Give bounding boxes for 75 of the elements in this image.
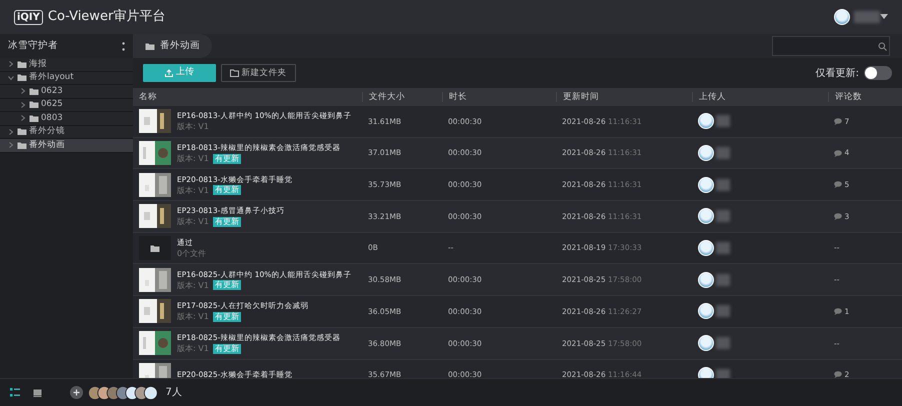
chevron-right-icon[interactable] (8, 61, 14, 68)
tree-item[interactable]: 海报 (0, 58, 133, 72)
chevron-right-icon[interactable] (20, 102, 26, 108)
column-header: 文件大小 (369, 92, 405, 102)
file-version: 版本: V1 (177, 184, 209, 196)
blurred-uploader-name (716, 305, 730, 318)
column-header: 名称 (139, 92, 157, 102)
folder-icon (145, 42, 155, 50)
tree-item[interactable]: 0803 (0, 112, 133, 126)
folder-icon (150, 244, 160, 253)
project-selector[interactable]: 冰雪守护者 (0, 34, 133, 58)
chevron-right-icon[interactable] (20, 115, 26, 122)
file-version: 版本: V1 (177, 121, 209, 132)
uploader-avatar (698, 176, 714, 193)
upload-icon (165, 69, 174, 77)
chevron-right-icon[interactable] (20, 88, 26, 94)
chevron-right-icon[interactable] (8, 128, 14, 135)
blurred-uploader-name (716, 368, 730, 378)
column-header: 评论数 (835, 92, 862, 102)
column-header: 更新时间 (563, 92, 599, 102)
breadcrumb-tab[interactable]: 番外动画 (133, 34, 212, 58)
blurred-uploader-name (716, 178, 730, 191)
file-version: 版本: V1 (177, 153, 209, 164)
blurred-username (854, 11, 880, 23)
blurred-uploader-name (716, 115, 730, 128)
file-version: 版本: V1 (177, 343, 209, 354)
updates-only-toggle[interactable] (864, 66, 892, 80)
update-tag: 有更新 (212, 185, 241, 196)
chevron-right-icon[interactable] (8, 142, 14, 148)
blurred-uploader-name (716, 210, 730, 222)
search-icon (878, 42, 886, 50)
add-member-button[interactable] (70, 386, 83, 399)
column-header: 上传人 (699, 92, 726, 102)
filter-label: 仅看更新: (816, 66, 859, 80)
uploader-avatar (698, 303, 714, 320)
tree-item[interactable]: 番外layout (0, 72, 133, 85)
update-tag: 有更新 (212, 154, 241, 164)
new-folder-button[interactable]: 新建文件夹 (221, 64, 296, 82)
folder-plus-icon (230, 69, 239, 77)
update-tag: 有更新 (212, 216, 241, 227)
uploader-avatar (698, 208, 714, 224)
tree-item[interactable]: 番外动画 (0, 139, 133, 152)
chevron-down-icon[interactable] (8, 74, 14, 81)
caret-icon[interactable] (880, 14, 888, 20)
blurred-uploader-name (716, 147, 730, 160)
tree-item[interactable]: 0623 (0, 85, 133, 98)
blurred-uploader-name (716, 274, 730, 286)
plus-icon (73, 389, 80, 396)
uploader-avatar (698, 366, 714, 378)
update-tag: 有更新 (212, 344, 241, 354)
blurred-uploader-name (716, 337, 730, 350)
app-title: Co-Viewer审片平台 (48, 8, 166, 26)
uploader-avatar (698, 145, 714, 162)
file-version: 0个文件 (177, 248, 206, 260)
blurred-uploader-name (716, 242, 730, 254)
file-version: 版本: V1 (177, 216, 209, 228)
member-avatars-drawing (88, 386, 158, 400)
tree-item[interactable]: 0625 (0, 98, 133, 112)
logo: iQIY (14, 10, 43, 24)
search-field[interactable] (772, 36, 890, 56)
uploader-avatar (698, 335, 714, 352)
uploader-avatar (698, 240, 714, 256)
tree-item[interactable]: 番外分镜 (0, 126, 133, 139)
update-tag: 有更新 (212, 280, 241, 290)
file-version: 版本: V1 (177, 311, 209, 322)
list-view-icon[interactable] (10, 388, 20, 397)
uploader-avatar (698, 272, 714, 288)
file-version: 版本: V1 (177, 280, 209, 291)
uploader-avatar (698, 113, 714, 130)
more-icon (122, 42, 125, 50)
update-tag: 有更新 (212, 312, 241, 322)
user-avatar[interactable] (834, 9, 850, 25)
member-count: 7人 (166, 386, 182, 400)
column-header: 时长 (449, 92, 467, 102)
grid-view-icon[interactable] (33, 388, 42, 396)
